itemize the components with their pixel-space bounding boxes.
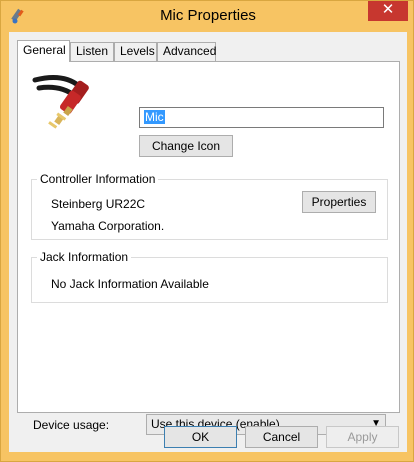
apply-button[interactable]: Apply (326, 426, 399, 448)
properties-button[interactable]: Properties (302, 191, 376, 213)
tab-advanced[interactable]: Advanced (157, 42, 216, 61)
controller-information-heading: Controller Information (37, 172, 159, 186)
device-name-value: Mic (144, 110, 165, 124)
cancel-button[interactable]: Cancel (245, 426, 318, 448)
jack-information-heading: Jack Information (37, 250, 132, 264)
dialog-client: General Listen Levels Advanced Mic Chang… (9, 32, 407, 452)
controller-information-group: Controller Information Steinberg UR22C Y… (31, 172, 388, 240)
rca-cable-icon (32, 75, 89, 129)
controller-manufacturer: Yamaha Corporation. (51, 219, 165, 233)
jack-information-group: Jack Information No Jack Information Ava… (31, 250, 388, 303)
general-page: Mic Change Icon Controller Information S… (17, 61, 400, 435)
controller-name: Steinberg UR22C (51, 197, 146, 211)
ok-button[interactable]: OK (164, 426, 237, 448)
jack-information-message: No Jack Information Available (51, 277, 209, 291)
tab-levels[interactable]: Levels (114, 42, 157, 61)
window-title: Mic Properties (160, 7, 256, 24)
properties-window: Mic Properties ✕ General Listen Levels A… (0, 0, 414, 462)
title-bar[interactable]: Mic Properties ✕ (1, 1, 414, 31)
device-name-input[interactable]: Mic (139, 107, 384, 128)
change-icon-button[interactable]: Change Icon (139, 135, 233, 157)
tab-listen[interactable]: Listen (70, 42, 114, 61)
device-usage-label: Device usage: (33, 418, 110, 432)
close-button[interactable]: ✕ (368, 1, 408, 21)
tab-general[interactable]: General (17, 40, 70, 62)
